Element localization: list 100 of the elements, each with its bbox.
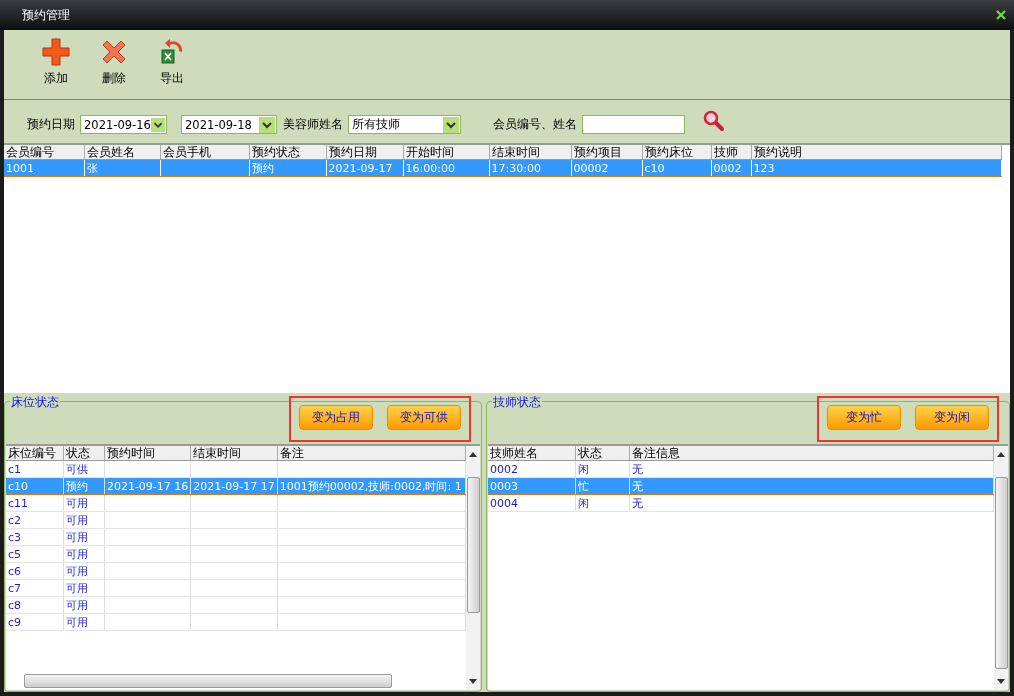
action-button[interactable]: 变为忙 bbox=[827, 404, 901, 430]
column-header[interactable]: 备注信息 bbox=[629, 446, 994, 461]
column-header[interactable]: 床位编号 bbox=[6, 446, 64, 461]
table-cell: 无 bbox=[632, 479, 644, 493]
action-button[interactable]: 变为占用 bbox=[299, 404, 373, 430]
table-cell: c5 bbox=[8, 547, 22, 561]
table-cell: 0003 bbox=[490, 479, 518, 493]
date-from-dropdown[interactable]: 2021-09-16 bbox=[80, 115, 167, 134]
toolbar-button[interactable]: 添加 bbox=[38, 38, 74, 99]
table-cell: 闲 bbox=[578, 496, 590, 510]
cross-icon bbox=[100, 38, 128, 66]
table-cell: 16:00:00 bbox=[405, 161, 455, 175]
table-cell: c10 bbox=[8, 479, 29, 493]
beautician-dropdown[interactable]: 所有技师 bbox=[348, 115, 461, 134]
table-row[interactable]: c5 可用 bbox=[6, 545, 466, 563]
table-cell: c7 bbox=[8, 581, 22, 595]
date-to-dropdown[interactable]: 2021-09-18 bbox=[181, 115, 277, 134]
table-cell: 可用 bbox=[66, 564, 89, 578]
table-cell: 1001 bbox=[6, 161, 34, 175]
action-button[interactable]: 变为闲 bbox=[915, 404, 989, 430]
table-cell: 可用 bbox=[66, 581, 89, 595]
table-cell: c6 bbox=[8, 564, 22, 578]
table-cell: 预约 bbox=[66, 479, 89, 493]
table-row[interactable]: c7 可用 bbox=[6, 579, 466, 597]
table-row[interactable]: c1 可供 bbox=[6, 460, 466, 478]
plus-icon bbox=[42, 38, 70, 66]
close-icon[interactable] bbox=[996, 10, 1006, 20]
table-cell: 2021-09-17 bbox=[328, 161, 393, 175]
table-cell: c3 bbox=[8, 530, 22, 544]
panel-title: 床位状态 bbox=[10, 394, 60, 411]
table-cell: 可用 bbox=[66, 496, 89, 510]
table-cell: c9 bbox=[8, 615, 22, 629]
table-cell: c10 bbox=[644, 161, 665, 175]
column-header[interactable]: 会员编号 bbox=[4, 145, 84, 160]
table-cell: 0004 bbox=[490, 496, 518, 510]
table-cell: 张 bbox=[86, 161, 98, 175]
table-row[interactable]: 0004 闲 无 bbox=[488, 494, 994, 512]
column-header[interactable]: 预约说明 bbox=[751, 145, 1001, 160]
up-arrow-icon[interactable] bbox=[997, 452, 1005, 457]
member-label: 会员编号、姓名 bbox=[493, 116, 577, 133]
column-header[interactable]: 状态 bbox=[575, 446, 630, 461]
table-row[interactable]: c3 可用 bbox=[6, 528, 466, 546]
table-row[interactable]: c6 可用 bbox=[6, 562, 466, 580]
down-arrow-icon[interactable] bbox=[469, 679, 477, 684]
column-header[interactable]: 开始时间 bbox=[403, 145, 489, 160]
column-header[interactable]: 预约床位 bbox=[642, 145, 711, 160]
column-header[interactable]: 预约项目 bbox=[571, 145, 642, 160]
table-cell: 可用 bbox=[66, 513, 89, 527]
column-header[interactable]: 技师 bbox=[711, 145, 751, 160]
search-icon[interactable] bbox=[703, 109, 725, 132]
table-row[interactable]: c8 可用 bbox=[6, 596, 466, 614]
table-cell: 无 bbox=[632, 496, 644, 510]
horizontal-scrollbar[interactable] bbox=[24, 674, 392, 688]
table-row[interactable]: c11 可用 bbox=[6, 494, 466, 512]
column-header[interactable]: 预约时间 bbox=[104, 446, 191, 461]
action-button[interactable]: 变为可供 bbox=[387, 404, 461, 430]
column-header[interactable]: 结束时间 bbox=[190, 446, 278, 461]
table-cell: 无 bbox=[632, 462, 644, 476]
table-row[interactable]: c9 可用 bbox=[6, 613, 466, 631]
table-cell: 123 bbox=[753, 161, 775, 175]
table-cell: c11 bbox=[8, 496, 29, 510]
column-header[interactable]: 会员手机 bbox=[160, 145, 249, 160]
column-header[interactable]: 状态 bbox=[63, 446, 105, 461]
table-cell: 预约 bbox=[251, 161, 274, 175]
table-cell: 忙 bbox=[578, 479, 590, 493]
table-cell: c2 bbox=[8, 513, 22, 527]
table-cell: c1 bbox=[8, 462, 22, 476]
column-header[interactable]: 技师姓名 bbox=[488, 446, 576, 461]
table-cell: 可用 bbox=[66, 598, 89, 612]
column-header[interactable]: 预约状态 bbox=[249, 145, 326, 160]
table-cell: 1001预约00002,技师:0002,时间: 1 bbox=[279, 479, 462, 493]
table-cell: 可用 bbox=[66, 615, 89, 629]
table-cell: 2021-09-17 17 bbox=[193, 479, 275, 493]
table-cell: 17:30:00 bbox=[491, 161, 541, 175]
table-cell: 可供 bbox=[66, 462, 89, 476]
table-cell: 00002 bbox=[573, 161, 609, 175]
toolbar-button[interactable]: 导出 bbox=[154, 38, 190, 99]
table-cell: 可用 bbox=[66, 530, 89, 544]
window-title: 预约管理 bbox=[22, 6, 70, 24]
column-header[interactable]: 备注 bbox=[277, 446, 466, 461]
table-cell: c8 bbox=[8, 598, 22, 612]
table-row[interactable]: 0002 闲 无 bbox=[488, 460, 994, 478]
table-cell: 闲 bbox=[578, 462, 590, 476]
table-cell: 0002 bbox=[490, 462, 518, 476]
column-header[interactable]: 预约日期 bbox=[326, 145, 403, 160]
table-row[interactable]: c2 可用 bbox=[6, 511, 466, 529]
vertical-scrollbar[interactable] bbox=[466, 446, 480, 690]
member-search-field[interactable] bbox=[582, 115, 685, 134]
column-header[interactable]: 会员姓名 bbox=[84, 145, 160, 160]
panel-title: 技师状态 bbox=[492, 394, 542, 411]
date-label: 预约日期 bbox=[27, 116, 75, 133]
table-cell: 可用 bbox=[66, 547, 89, 561]
table-cell: 2021-09-17 16 bbox=[106, 479, 189, 493]
beautician-label: 美容师姓名 bbox=[283, 116, 343, 133]
down-arrow-icon[interactable] bbox=[997, 679, 1005, 684]
up-arrow-icon[interactable] bbox=[469, 452, 477, 457]
vertical-scrollbar[interactable] bbox=[994, 446, 1008, 690]
toolbar-button[interactable]: 删除 bbox=[96, 38, 132, 99]
table-cell: 0002 bbox=[713, 161, 742, 175]
column-header[interactable]: 结束时间 bbox=[489, 145, 571, 160]
